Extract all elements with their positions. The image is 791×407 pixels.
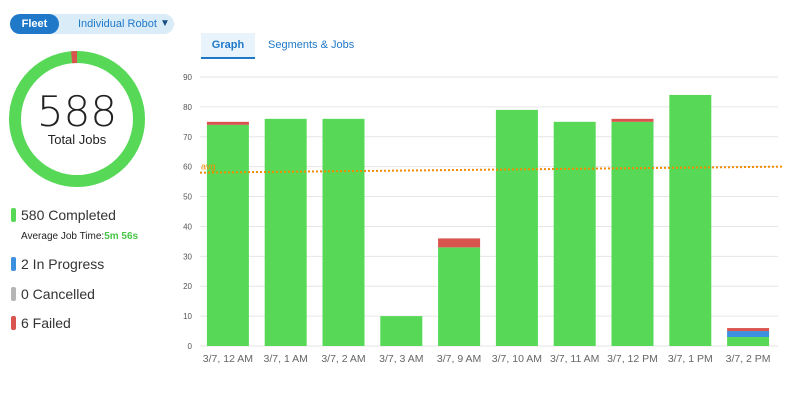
legend-cancelled-label: 0 Cancelled [21,286,95,302]
bar-completed [669,94,712,346]
y-tick-label: 80 [183,103,192,112]
x-tick-label: 3/7, 1 AM [264,353,308,365]
y-tick-label: 30 [183,252,192,261]
average-line-label: avg [201,162,216,172]
bar-failed [611,118,654,122]
view-toggle[interactable]: Fleet Individual Robot ▼ [10,14,174,34]
x-tick-label: 3/7, 1 PM [668,353,713,365]
total-jobs-count: 588 [36,87,118,136]
bar-failed [206,121,249,125]
y-tick-label: 90 [183,73,192,82]
bar-completed [380,316,423,346]
bar-completed [264,118,307,346]
failed-swatch [11,316,16,330]
in-progress-swatch [11,257,16,271]
total-jobs-label: Total Jobs [47,132,107,147]
bar-completed [553,121,596,346]
x-tick-label: 3/7, 12 PM [607,353,658,365]
x-tick-label: 3/7, 3 AM [379,353,423,365]
jobs-bar-chart: 0 10 20 30 40 50 60 70 80 90 3/7, 12 AM 3/7, 1 AM 3/… [183,73,783,365]
individual-robot-dropdown[interactable]: Individual Robot [78,14,157,34]
bar-completed [495,109,538,346]
bar-completed [322,118,365,346]
y-tick-label: 0 [188,342,193,351]
legend-cancelled: 0 Cancelled [11,285,95,303]
y-tick-label: 50 [183,193,192,202]
tab-segments-jobs[interactable]: Segments & Jobs [268,33,354,57]
bar-failed [727,328,770,332]
y-tick-label: 40 [183,222,192,231]
legend-failed-label: 6 Failed [21,315,71,331]
legend-in-progress-label: 2 In Progress [21,256,105,272]
legend-completed-label: 580 Completed [21,207,116,223]
y-tick-label: 10 [183,312,192,321]
y-tick-label: 20 [183,282,192,291]
x-tick-label: 3/7, 2 PM [726,353,771,365]
fleet-toggle-button[interactable]: Fleet [10,14,59,34]
x-tick-label: 3/7, 2 AM [321,353,365,365]
legend-in-progress: 2 In Progress [11,255,104,273]
bar-failed [438,238,481,248]
legend-failed: 6 Failed [11,314,71,332]
bar-completed [206,124,249,346]
average-job-time-label: Average Job Time: [21,231,105,242]
chevron-down-icon[interactable]: ▼ [160,18,170,30]
completed-swatch [11,208,16,222]
x-tick-label: 3/7, 10 AM [492,353,542,365]
bar-in-progress [727,331,770,338]
legend-completed: 580 Completed [11,206,116,224]
x-tick-label: 3/7, 9 AM [437,353,481,365]
y-tick-label: 60 [183,163,192,172]
x-tick-label: 3/7, 12 AM [203,353,253,365]
bar-completed [727,337,770,346]
y-tick-label: 70 [183,133,192,142]
x-tick-label: 3/7, 11 AM [550,353,599,365]
tab-graph[interactable]: Graph [201,33,255,59]
average-job-time-value: 5m 56s [104,231,139,242]
cancelled-swatch [11,287,16,301]
bar-completed [438,247,481,346]
bar-completed [611,121,654,346]
average-job-time: Average Job Time:5m 56s [21,231,138,242]
